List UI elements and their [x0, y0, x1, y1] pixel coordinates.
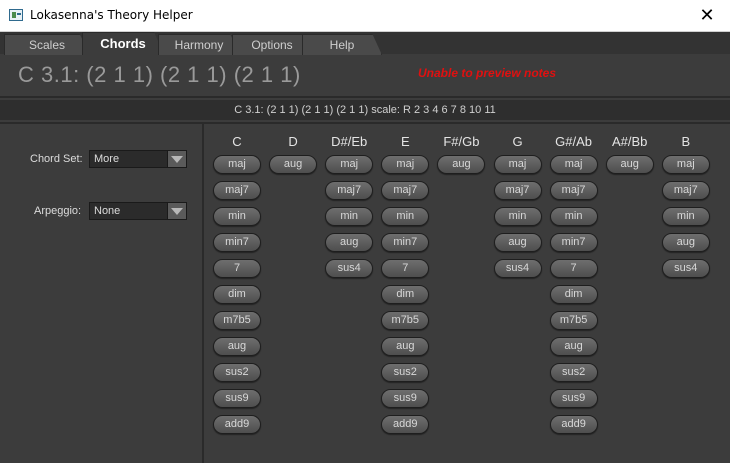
close-button[interactable]: ✕ — [684, 0, 730, 31]
chord-button[interactable]: aug — [437, 155, 486, 174]
chevron-down-icon — [167, 151, 186, 167]
chord-display: C 3.1: (2 1 1) (2 1 1) (2 1 1) — [18, 62, 301, 87]
chord-button[interactable]: maj — [213, 155, 261, 174]
chord-button[interactable]: maj7 — [381, 181, 430, 200]
chord-button[interactable]: sus2 — [549, 363, 598, 382]
tab-scales[interactable]: Scales — [4, 34, 90, 55]
chord-button[interactable]: maj — [661, 155, 710, 174]
column-header: D — [288, 134, 298, 149]
preview-warning: Unable to preview notes — [418, 66, 557, 80]
chord-button[interactable]: min — [325, 207, 374, 226]
chord-button[interactable]: maj — [549, 155, 598, 174]
column-header: E — [400, 134, 410, 149]
tab-options[interactable]: Options — [232, 34, 312, 55]
left-panel: Chord Set: More Arpeggio: None — [0, 124, 204, 463]
chord-button[interactable]: aug — [381, 337, 430, 356]
chord-button[interactable]: 7 — [549, 259, 598, 278]
chord-button[interactable]: add9 — [381, 415, 430, 434]
chord-button[interactable]: min — [493, 207, 542, 226]
column-header: D#/Eb — [331, 134, 368, 149]
chord-button[interactable]: dim — [213, 285, 261, 304]
chord-button[interactable]: aug — [661, 233, 710, 252]
chord-button[interactable]: sus9 — [549, 389, 598, 408]
chord-button[interactable]: maj — [325, 155, 374, 174]
chord-button[interactable]: add9 — [549, 415, 598, 434]
chord-set-value: More — [94, 153, 120, 165]
column-header: G#/Ab — [555, 134, 593, 149]
tab-harmony[interactable]: Harmony — [158, 34, 240, 55]
chord-button[interactable]: min7 — [213, 233, 261, 252]
chord-button[interactable]: aug — [269, 155, 318, 174]
app-icon — [9, 9, 23, 21]
chord-button[interactable]: m7b5 — [549, 311, 598, 330]
chord-button[interactable]: min7 — [549, 233, 598, 252]
chord-button[interactable]: min — [549, 207, 598, 226]
tab-chords[interactable]: Chords — [82, 32, 164, 55]
chord-grid: Cmaj maj7 min min7 7 dim m7b5 aug sus2 sus9 add9 Da… — [204, 124, 730, 463]
chord-set-label: Chord Set: — [30, 153, 83, 165]
chord-button[interactable]: min — [661, 207, 710, 226]
chord-set-select[interactable]: More — [89, 150, 187, 168]
chord-button[interactable]: sus2 — [213, 363, 261, 382]
tab-help[interactable]: Help — [302, 34, 382, 55]
chord-button[interactable]: add9 — [213, 415, 261, 434]
chord-button[interactable]: min7 — [381, 233, 430, 252]
title-bar: Lokasenna's Theory Helper ✕ — [0, 0, 730, 32]
column-header: F#/Gb — [443, 134, 480, 149]
column-header: C — [232, 134, 242, 149]
chord-button[interactable]: maj7 — [661, 181, 710, 200]
arpeggio-label: Arpeggio: — [34, 205, 82, 217]
column-header: A#/Bb — [611, 134, 648, 149]
scale-line: C 3.1: (2 1 1) (2 1 1) (2 1 1) scale: R … — [0, 100, 730, 120]
chord-button[interactable]: sus9 — [381, 389, 430, 408]
chord-button[interactable]: dim — [549, 285, 598, 304]
chord-button[interactable]: sus2 — [381, 363, 430, 382]
chord-button[interactable]: sus4 — [325, 259, 374, 278]
chord-button[interactable]: min — [381, 207, 430, 226]
chord-button[interactable]: sus9 — [213, 389, 261, 408]
chord-button[interactable]: 7 — [381, 259, 430, 278]
divider — [0, 96, 730, 98]
chord-button[interactable]: aug — [213, 337, 261, 356]
tab-bar: Scales Chords Harmony Options Help Unabl… — [0, 32, 730, 80]
arpeggio-value: None — [94, 205, 121, 217]
window-title: Lokasenna's Theory Helper — [30, 8, 193, 22]
column-header: B — [681, 134, 691, 149]
chord-button[interactable]: maj7 — [549, 181, 598, 200]
chord-button[interactable]: aug — [549, 337, 598, 356]
chord-button[interactable]: maj7 — [213, 181, 261, 200]
arpeggio-select[interactable]: None — [89, 202, 187, 220]
chord-button[interactable]: sus4 — [493, 259, 542, 278]
chevron-down-icon — [167, 203, 186, 219]
chord-button[interactable]: aug — [493, 233, 542, 252]
chord-button[interactable]: maj7 — [493, 181, 542, 200]
column-header: G — [512, 134, 523, 149]
chord-button[interactable]: aug — [605, 155, 654, 174]
chord-button[interactable]: 7 — [213, 259, 261, 278]
chord-button[interactable]: m7b5 — [381, 311, 430, 330]
chord-button[interactable]: min — [213, 207, 261, 226]
chord-button[interactable]: sus4 — [661, 259, 710, 278]
chord-button[interactable]: m7b5 — [213, 311, 261, 330]
chord-button[interactable]: maj — [493, 155, 542, 174]
chord-button[interactable]: dim — [381, 285, 430, 304]
close-icon: ✕ — [699, 5, 715, 26]
chord-button[interactable]: maj7 — [325, 181, 374, 200]
chord-button[interactable]: aug — [325, 233, 374, 252]
chord-button[interactable]: maj — [381, 155, 430, 174]
